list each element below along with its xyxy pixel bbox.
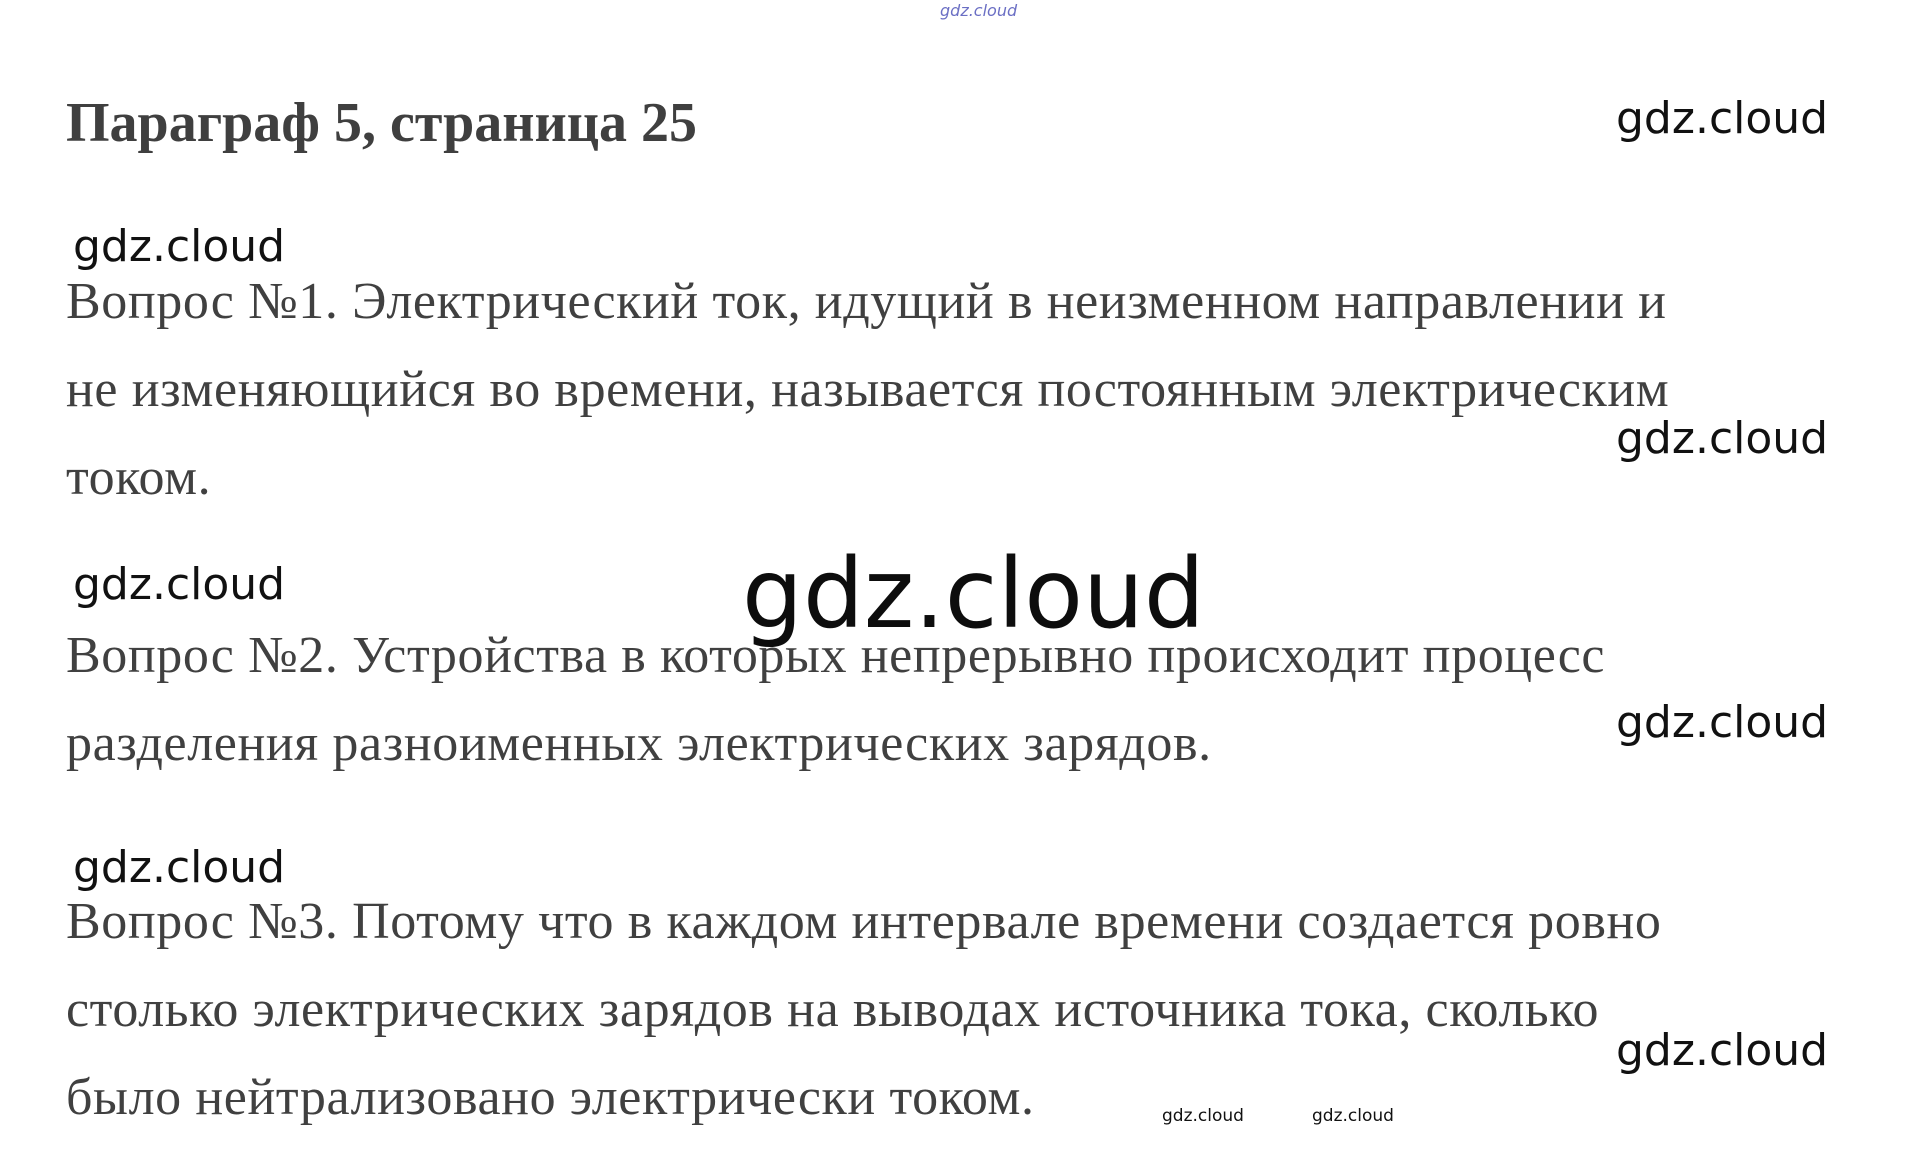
answer-2-line-2: разделения разноименных электрических за…	[66, 715, 1212, 772]
watermark: gdz.cloud	[1616, 697, 1829, 748]
watermark: gdz.cloud	[73, 559, 286, 610]
answer-3: Вопрос №3. Потому что в каждом интервале…	[66, 878, 1866, 1142]
answer-1: Вопрос №1. Электрический ток, идущий в н…	[66, 258, 1866, 522]
answer-3-line-3: было нейтрализовано электрически током.	[66, 1069, 1035, 1126]
watermark-top: gdz.cloud	[940, 1, 1018, 20]
answer-3-line-1: Вопрос №3. Потому что в каждом интервале…	[66, 893, 1662, 950]
answer-1-line-3: током.	[66, 449, 212, 506]
answer-3-line-2: столько электрических зарядов на выводах…	[66, 981, 1600, 1038]
page-title: Параграф 5, страница 25	[66, 92, 698, 154]
document-page: gdz.cloud Параграф 5, страница 25 gdz.cl…	[0, 0, 1930, 1169]
watermark-small: gdz.cloud	[1312, 1106, 1394, 1126]
watermark: gdz.cloud	[1616, 93, 1829, 144]
answer-2-line-1: Вопрос №2. Устройства в которых непрерыв…	[66, 627, 1606, 684]
watermark: gdz.cloud	[1616, 1025, 1829, 1076]
watermark: gdz.cloud	[1616, 413, 1829, 464]
answer-2: Вопрос №2. Устройства в которых непрерыв…	[66, 612, 1866, 788]
answer-1-line-2: не изменяющийся во времени, называется п…	[66, 361, 1670, 418]
watermark-small: gdz.cloud	[1162, 1106, 1244, 1126]
answer-1-line-1: Вопрос №1. Электрический ток, идущий в н…	[66, 273, 1667, 330]
